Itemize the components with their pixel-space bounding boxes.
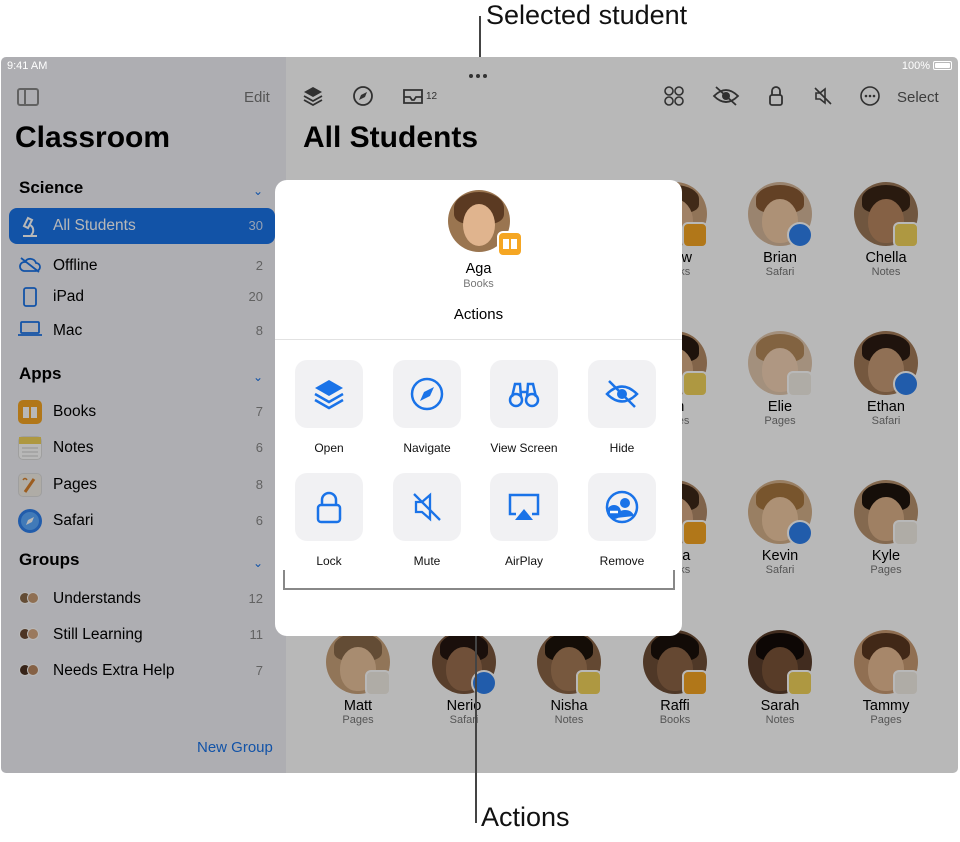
remove-action-button[interactable]: Remove bbox=[577, 473, 667, 568]
action-label: Mute bbox=[413, 554, 441, 568]
selected-student-app: Books bbox=[463, 278, 494, 290]
callout-actions: Actions bbox=[481, 802, 570, 832]
selected-student-name: Aga bbox=[465, 261, 492, 277]
actions-bracket bbox=[283, 570, 675, 590]
hide-eye-icon bbox=[605, 380, 639, 408]
status-time: 9:41 AM bbox=[7, 60, 48, 72]
action-label: Open bbox=[314, 441, 344, 455]
actions-heading: Actions bbox=[453, 306, 504, 323]
student-actions-popover: Aga Books Actions Open Navigate View Scr… bbox=[275, 180, 682, 636]
remove-person-icon bbox=[605, 490, 639, 524]
action-label: View Screen bbox=[490, 441, 558, 455]
action-label: Hide bbox=[609, 441, 635, 455]
navigate-action-button[interactable]: Navigate bbox=[382, 360, 472, 455]
compass-icon bbox=[410, 377, 444, 411]
mute-action-button[interactable]: Mute bbox=[382, 473, 472, 568]
battery-icon bbox=[933, 61, 952, 70]
action-label: AirPlay bbox=[504, 554, 543, 568]
mute-icon bbox=[413, 492, 441, 522]
view-screen-action-button[interactable]: View Screen bbox=[479, 360, 569, 455]
airplay-action-button[interactable]: AirPlay bbox=[479, 473, 569, 568]
books-app-icon bbox=[497, 231, 523, 257]
lock-icon bbox=[316, 491, 342, 524]
hide-action-button[interactable]: Hide bbox=[577, 360, 667, 455]
layers-icon bbox=[314, 380, 344, 410]
multitasking-dots-icon[interactable] bbox=[469, 65, 491, 78]
airplay-icon bbox=[508, 493, 540, 520]
binoculars-icon bbox=[508, 382, 540, 408]
action-label: Lock bbox=[316, 554, 342, 568]
lock-action-button[interactable]: Lock bbox=[284, 473, 374, 568]
action-label: Navigate bbox=[403, 441, 451, 455]
battery-percent: 100% bbox=[901, 60, 930, 72]
callout-selected-student: Selected student bbox=[486, 0, 688, 30]
open-action-button[interactable]: Open bbox=[284, 360, 374, 455]
action-label: Remove bbox=[599, 554, 645, 568]
divider bbox=[275, 339, 682, 340]
